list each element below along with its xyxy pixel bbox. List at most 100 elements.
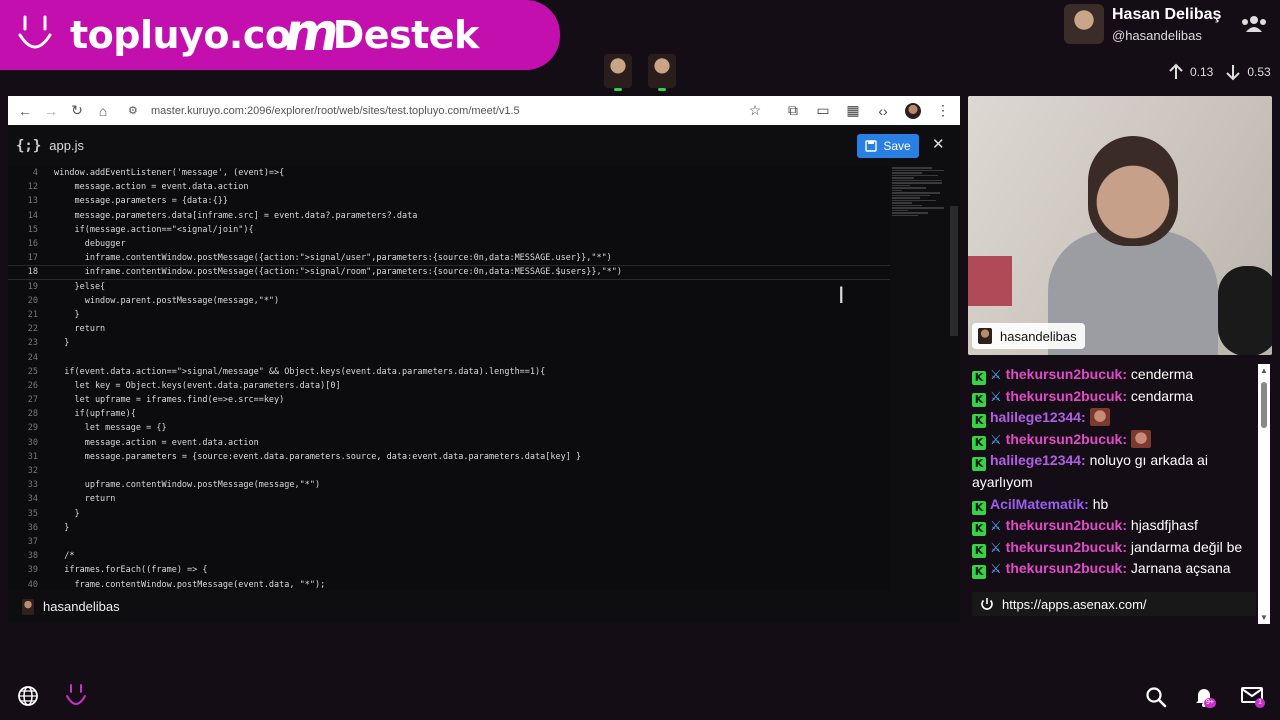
devtools-icon[interactable]: ‹› [870, 98, 896, 124]
code-text: message.parameters = {source:event.data.… [54, 451, 582, 462]
line-number: 30 [27, 437, 38, 448]
code-text: } [54, 309, 80, 320]
webcam-feed: hasandelibas [968, 96, 1272, 355]
code-text: if(event.data.action==">signal/message" … [54, 366, 546, 377]
menu-icon[interactable]: ⋮ [930, 98, 956, 124]
code-line[interactable]: 16 debugger [8, 237, 890, 251]
code-line[interactable]: 23 } [8, 336, 890, 350]
link-preview[interactable]: https://apps.asenax.com/ [972, 592, 1256, 616]
users-icon[interactable] [1240, 12, 1268, 36]
chat-username[interactable]: AcilMatematik: [990, 496, 1089, 512]
kick-badge-icon: K [972, 565, 986, 580]
code-line[interactable]: 27 let upframe = iframes.find(e=>e.src==… [8, 393, 890, 407]
code-line[interactable]: 20 window.parent.postMessage(message,"*"… [8, 294, 890, 308]
messages-button[interactable]: 1 [1241, 686, 1267, 712]
code-line[interactable]: 39 iframes.forEach((frame) => { [8, 563, 890, 577]
sword-badge-icon: ⚔ [990, 388, 1002, 404]
code-line[interactable]: 18 inframe.contentWindow.postMessage({ac… [8, 265, 890, 280]
code-text: }else{ [54, 281, 106, 292]
code-text: /* [54, 551, 75, 562]
code-line[interactable]: 31 message.parameters = {source:event.da… [8, 450, 890, 464]
kick-badge-icon: K [972, 371, 986, 385]
code-line[interactable]: 17 inframe.contentWindow.postMessage({ac… [8, 251, 890, 265]
code-line[interactable]: 12 message.action = event.data.action [8, 180, 890, 194]
code-line[interactable]: 15 if(message.action=="<signal/join"){ [8, 223, 890, 237]
code-line[interactable]: 13 message.parameters = {data:{}} [8, 194, 890, 208]
chat-username[interactable]: thekursun2bucuk: [1006, 539, 1127, 555]
back-icon[interactable]: ← [12, 98, 38, 124]
file-braces-icon: {;} [16, 137, 42, 154]
address-bar[interactable]: ⚙ master.kuruyo.com:2096/explorer/root/w… [128, 100, 768, 121]
bookmark-star-icon[interactable]: ☆ [742, 98, 768, 124]
code-minimap[interactable] [892, 166, 950, 316]
browser-toolbar: ← → ↻ ⌂ ⚙ master.kuruyo.com:2096/explore… [8, 96, 960, 125]
kick-badge-icon: K [972, 414, 986, 429]
chat-username[interactable]: halilege12344: [990, 409, 1086, 425]
participant-avatar[interactable] [604, 54, 632, 91]
code-text: inframe.contentWindow.postMessage({actio… [54, 253, 612, 264]
code-line[interactable]: 30 message.action = event.data.action [8, 436, 890, 450]
home-icon[interactable]: ⌂ [90, 98, 116, 124]
line-number: 13 [27, 196, 38, 207]
apps-icon[interactable]: ▦ [840, 98, 866, 124]
line-number: 22 [27, 324, 38, 335]
emote-icon [1089, 408, 1110, 427]
chat-username[interactable]: thekursun2bucuk: [1006, 560, 1127, 576]
avatar[interactable] [1064, 4, 1104, 44]
code-line[interactable]: 37 [8, 535, 890, 549]
search-icon[interactable] [1145, 686, 1167, 708]
code-line[interactable]: 29 let message = {} [8, 421, 890, 435]
chat-username[interactable]: halilege12344: [990, 452, 1086, 468]
line-number: 38 [27, 551, 38, 562]
code-line[interactable]: 32 [8, 464, 890, 478]
chat-username[interactable]: thekursun2bucuk: [1006, 517, 1127, 533]
chat-message: K ⚔ thekursun2bucuk: hjasdfjhasf [968, 515, 1258, 537]
close-icon[interactable]: ✕ [932, 135, 945, 153]
globe-icon[interactable] [17, 685, 39, 707]
chat-username[interactable]: thekursun2bucuk: [1006, 431, 1127, 447]
site-settings-icon[interactable]: ⚙ [128, 104, 146, 117]
editor-scrollbar[interactable] [950, 206, 958, 336]
code-line[interactable]: 19 }else{ [8, 280, 890, 294]
line-number: 23 [27, 338, 38, 349]
code-text: return [54, 324, 106, 335]
code-text: inframe.contentWindow.postMessage({actio… [54, 267, 623, 278]
forward-icon[interactable]: → [38, 98, 64, 124]
profile-icon[interactable] [900, 98, 926, 124]
brand-mid: m [279, 3, 344, 63]
footer-user: hasandelibas [43, 599, 120, 614]
notifications-button[interactable]: 9+ [1193, 685, 1219, 711]
code-line[interactable]: 21 } [8, 308, 890, 322]
reload-icon[interactable]: ↻ [64, 98, 90, 124]
code-line[interactable]: 28 if(upframe){ [8, 407, 890, 421]
kick-badge-icon: K [972, 522, 986, 537]
extensions-icon[interactable]: ⧉ [780, 98, 806, 124]
participant-avatar[interactable] [648, 54, 676, 91]
chat-username[interactable]: thekursun2bucuk: [1006, 388, 1127, 404]
topluyo-logo-icon[interactable] [64, 682, 88, 710]
code-line[interactable]: 38 /* [8, 549, 890, 563]
code-line[interactable]: 33 upframe.contentWindow.postMessage(mes… [8, 478, 890, 492]
chat-username[interactable]: thekursun2bucuk: [1006, 366, 1127, 382]
code-text: let upframe = iframes.find(e=>e.src==key… [54, 395, 285, 406]
download-value: 0.53 [1247, 65, 1271, 79]
code-line[interactable]: 35 } [8, 507, 890, 521]
code-line[interactable]: 26 let key = Object.keys(event.data.para… [8, 379, 890, 393]
code-line[interactable]: 14 message.parameters.data[inframe.src] … [8, 209, 890, 223]
code-line[interactable]: 4 window.addEventListener('message', (eve… [8, 166, 890, 180]
code-line[interactable]: 24 [8, 350, 890, 364]
kick-badge-icon: K [972, 435, 986, 450]
chat-scrollbar[interactable]: ▲ ▼ [1258, 364, 1270, 624]
line-number: 16 [27, 239, 38, 250]
chat-panel[interactable]: K ⚔ thekursun2bucuk: cenderma K ⚔ thekursun2b… [968, 364, 1258, 624]
code-line[interactable]: 36 } [8, 521, 890, 535]
code-line[interactable]: 34 return [8, 492, 890, 506]
code-editor[interactable]: 4 window.addEventListener('message', (eve… [8, 166, 890, 590]
save-button[interactable]: Save [857, 134, 919, 158]
cast-icon[interactable]: ▭ [810, 98, 836, 124]
code-line[interactable]: 22 return [8, 322, 890, 336]
line-number: 24 [27, 352, 38, 363]
code-line[interactable]: 25 if(event.data.action==">signal/messag… [8, 365, 890, 379]
code-line[interactable]: 40 frame.contentWindow.postMessage(event… [8, 577, 890, 590]
browser-window: ← → ↻ ⌂ ⚙ master.kuruyo.com:2096/explore… [8, 96, 960, 623]
